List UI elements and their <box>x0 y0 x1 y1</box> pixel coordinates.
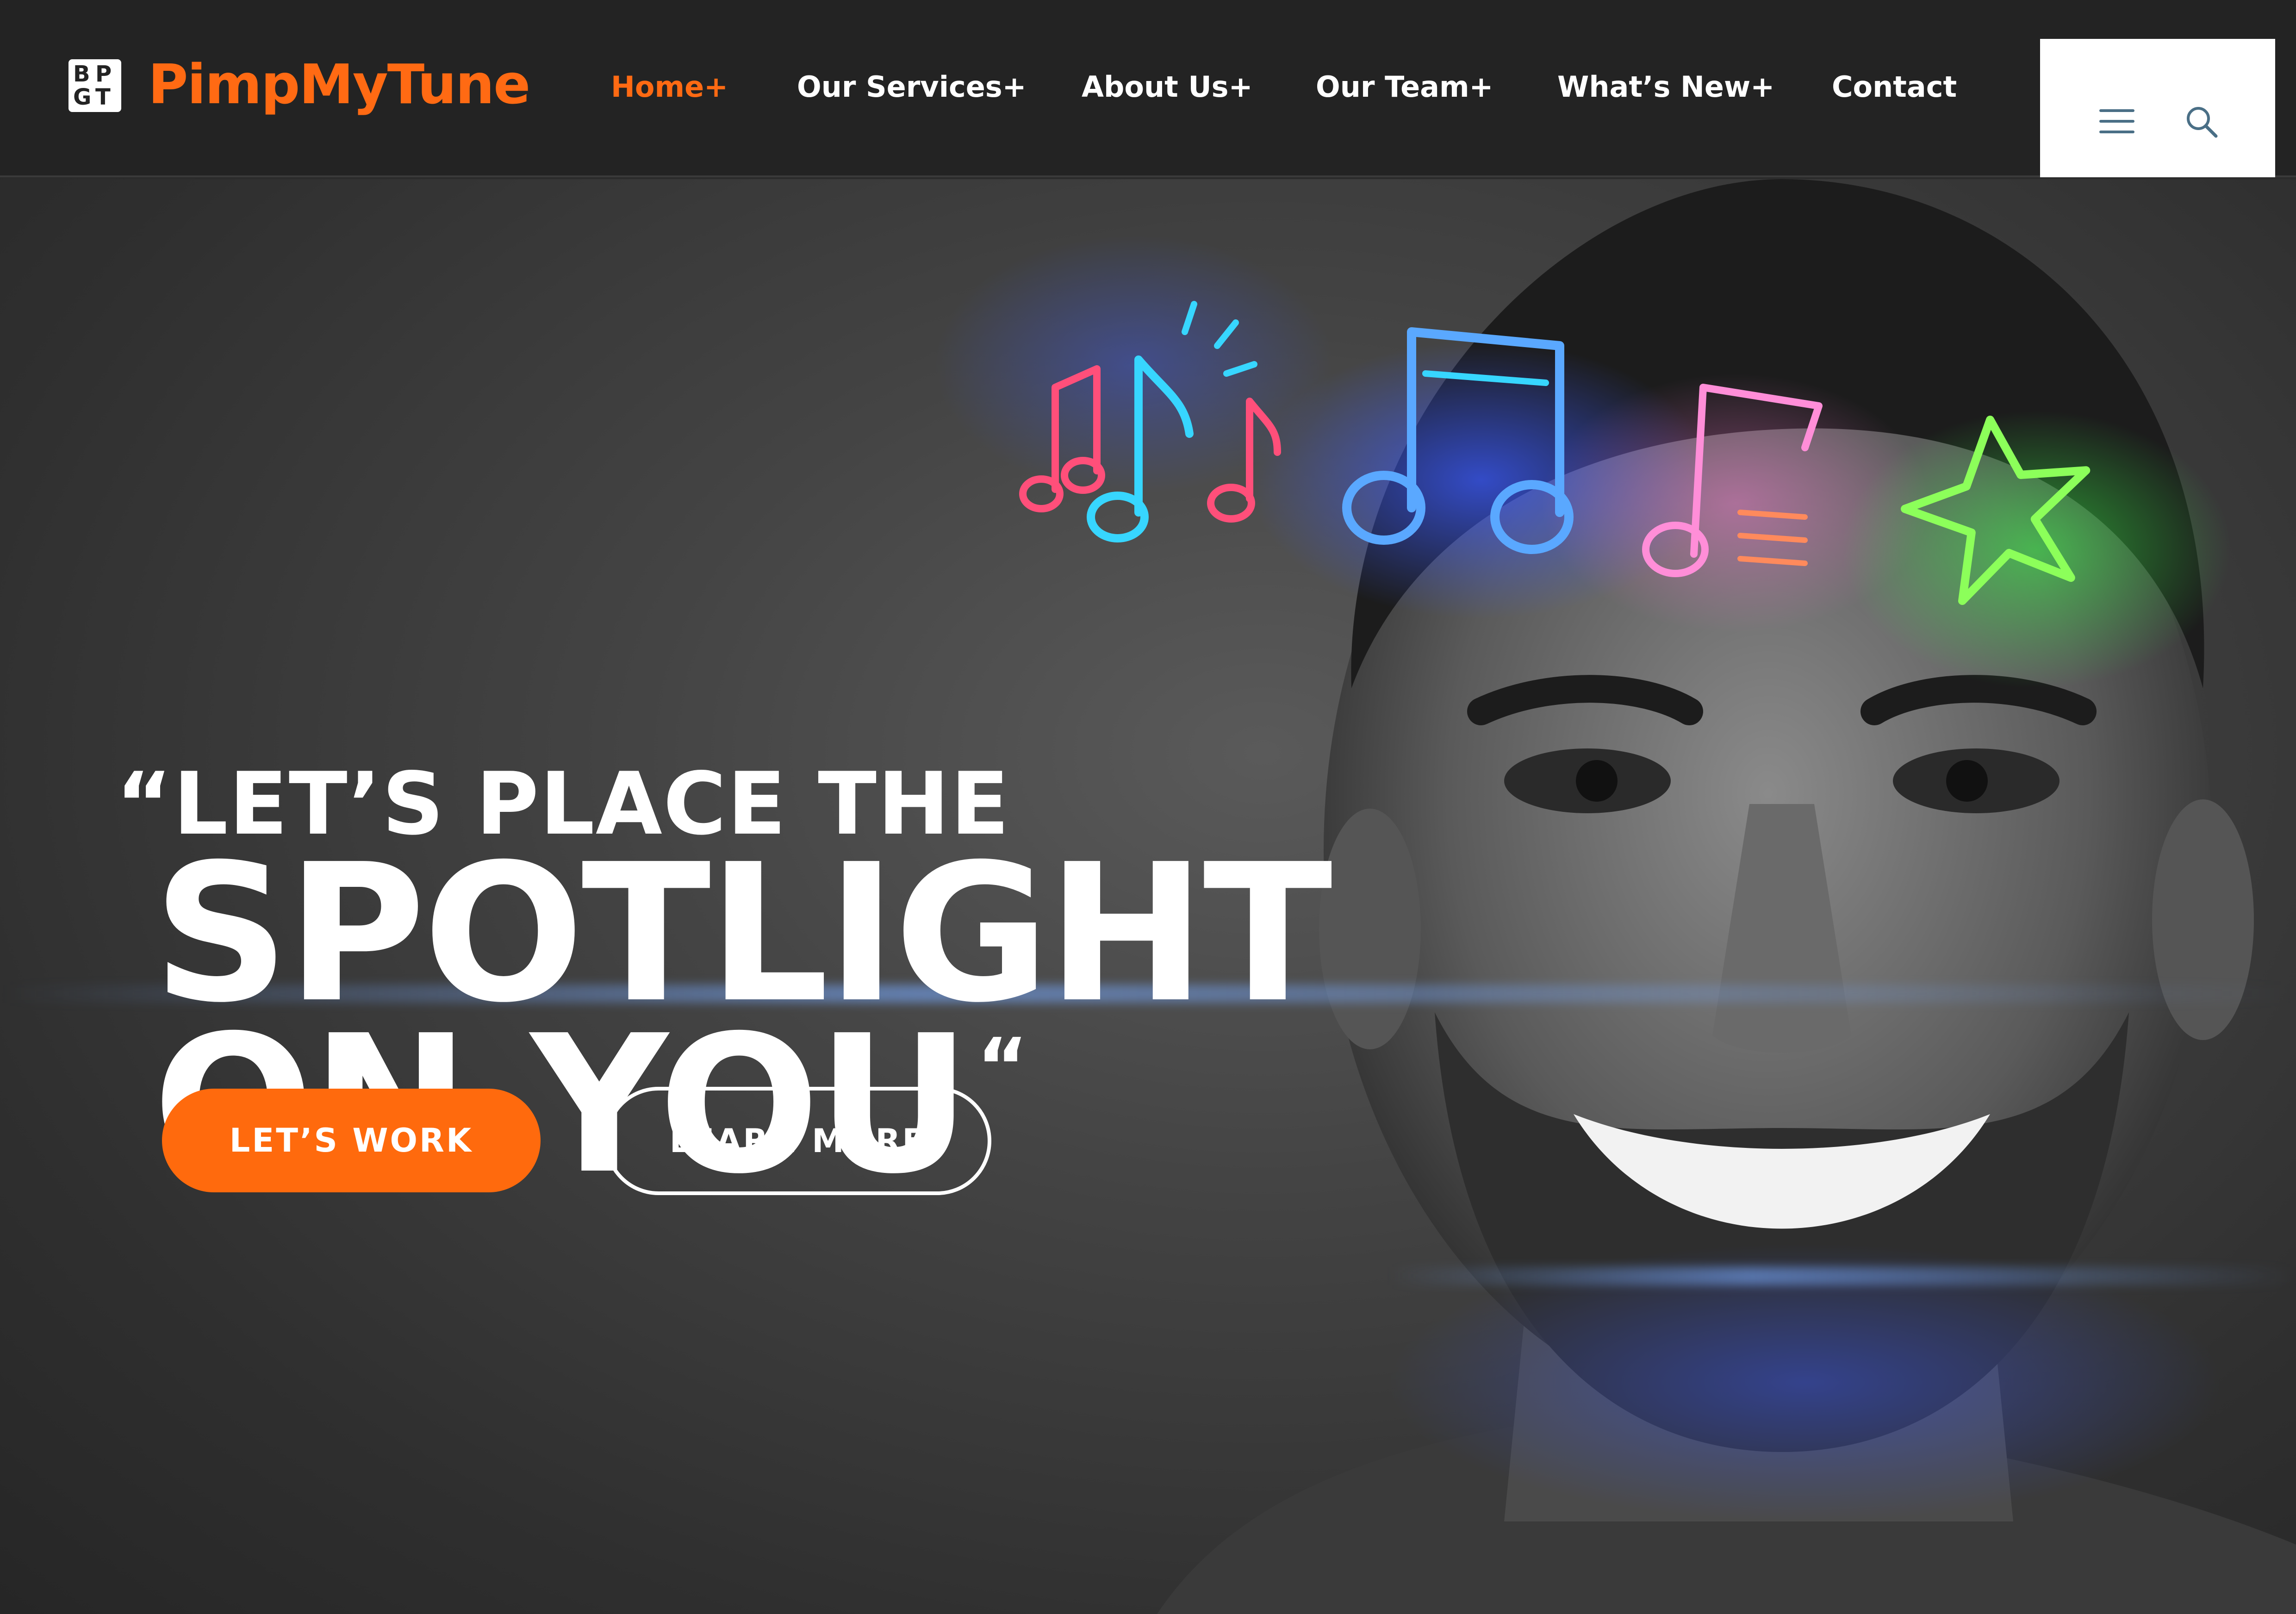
music-note-icon <box>1342 327 1574 554</box>
nav-whats-new[interactable]: What’s New+ <box>1557 69 1774 106</box>
header-tools <box>2040 39 2275 177</box>
lets-work-button[interactable]: LET’S WORK <box>162 1089 541 1192</box>
brand-name[interactable]: PimpMyTune <box>148 52 530 117</box>
nav-contact[interactable]: Contact <box>1832 69 1957 106</box>
search-icon[interactable] <box>2184 104 2221 141</box>
nav-about-us[interactable]: About Us+ <box>1082 69 1253 106</box>
music-notes-icon <box>1019 301 1281 542</box>
nav-home[interactable]: Home+ <box>611 69 728 106</box>
site-header: B P G T PimpMyTune Home+ Our Services+ A… <box>0 0 2296 177</box>
page: B P G T PimpMyTune Home+ Our Services+ A… <box>0 0 2296 1614</box>
light-flare <box>1388 1267 2296 1285</box>
logo-letter: T <box>95 84 111 110</box>
hero-section: “LET’S PLACE THE SPOTLIGHT ON YOU “ LET’… <box>0 179 2296 1614</box>
logo-letter: B <box>73 61 90 87</box>
menu-icon[interactable] <box>2099 109 2134 133</box>
music-note-icon <box>1642 384 1823 577</box>
nav-our-team[interactable]: Our Team+ <box>1316 69 1493 106</box>
neon-decorations <box>1019 301 2091 605</box>
closing-quote-mark: “ <box>977 1022 1028 1113</box>
logo-letter: P <box>95 61 112 87</box>
nav-our-services[interactable]: Our Services+ <box>797 69 1027 106</box>
logo-letter: G <box>73 84 92 110</box>
learn-more-button[interactable]: LEARN MORE <box>604 1087 991 1195</box>
logo-mark[interactable]: B P G T <box>68 59 121 112</box>
star-icon <box>1901 415 2091 605</box>
